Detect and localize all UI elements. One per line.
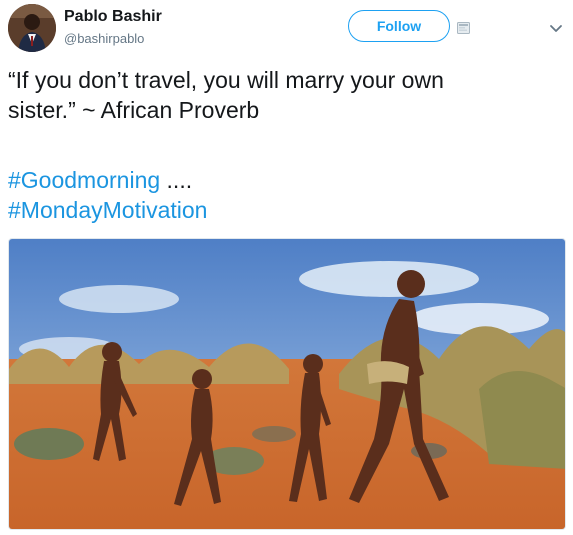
hashtag-mondaymotivation[interactable]: #MondayMotivation <box>8 197 207 223</box>
user-handle[interactable]: @bashirpablo <box>64 31 144 46</box>
hashtag-suffix: .... <box>160 167 193 193</box>
tweet-text-line-2: sister.” ~ African Proverb <box>8 97 260 123</box>
display-name[interactable]: Pablo Bashir <box>64 8 162 26</box>
external-link-icon[interactable] <box>457 22 470 34</box>
avatar-image <box>8 4 56 52</box>
follow-button[interactable]: Follow <box>348 10 450 42</box>
chevron-down-icon[interactable] <box>549 24 563 34</box>
hashtags: #Goodmorning .... #MondayMotivation <box>8 165 207 225</box>
hashtag-goodmorning[interactable]: #Goodmorning <box>8 167 160 193</box>
tweet-text-line-1: “If you don’t travel, you will marry you… <box>8 67 444 93</box>
avatar[interactable] <box>8 4 56 52</box>
photo-image <box>9 239 565 529</box>
tweet-photo[interactable] <box>8 238 566 530</box>
tweet-text: “If you don’t travel, you will marry you… <box>8 65 563 125</box>
